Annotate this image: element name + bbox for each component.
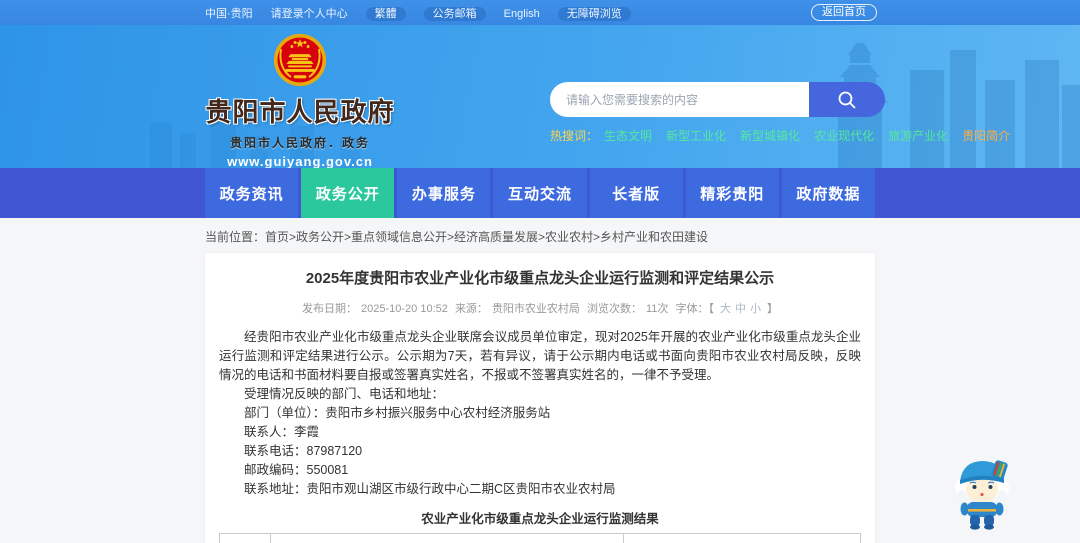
topbar-link[interactable]: 请登录个人中心 [271, 8, 348, 20]
breadcrumb-label: 当前位置： [205, 230, 266, 244]
article-body: 经贵阳市农业产业化市级重点龙头企业联席会议成员单位审定，现对2025年开展的农业… [219, 328, 861, 499]
site-title: 贵阳市人民政府 [205, 97, 395, 127]
hot-search-link[interactable]: 农业现代化 [814, 129, 874, 143]
source-label: 来源： [454, 303, 488, 315]
nav-item[interactable]: 长者版 [589, 168, 683, 218]
views-value: 11次 [646, 303, 669, 315]
main-nav: 政务资讯 政务公开 办事服务 互动交流 长者版 精彩贵阳 政府数据 [0, 168, 1080, 218]
hot-search-link[interactable]: 生态文明 [604, 129, 652, 143]
article-paragraph: 联系地址：贵阳市观山湖区市级行政中心二期C区贵阳市农业农村局 [244, 482, 616, 496]
font-size-label: 字体：【 [675, 303, 714, 315]
table-header-cell: 企业名称 [270, 533, 624, 543]
hot-search-highlight-link[interactable]: 贵阳简介 [962, 129, 1010, 143]
breadcrumb-path[interactable]: 首页>政务公开>重点领域信息公开>经济高质量发展>农业农村>乡村产业和农田建设 [265, 230, 708, 244]
top-bar: 中国·贵阳 请登录个人中心 繁體 公务邮箱 English 无障碍浏览 返回首页 [0, 0, 1080, 25]
site-url: www.guiyang.gov.cn [227, 154, 373, 168]
publish-date: 2025-10-20 10:52 [361, 303, 448, 315]
national-emblem-icon [273, 33, 327, 87]
nav-item[interactable]: 互动交流 [493, 168, 587, 218]
topbar-link[interactable]: 公务邮箱 [423, 6, 486, 21]
article-paragraph: 经贵阳市农业产业化市级重点龙头企业联席会议成员单位审定，现对2025年开展的农业… [219, 330, 861, 382]
article-paragraph: 受理情况反映的部门、电话和地址： [244, 387, 445, 401]
return-home-button[interactable]: 返回首页 [811, 4, 877, 21]
article-paragraph: 邮政编码：550081 [244, 463, 349, 477]
article-paragraph: 联系电话：87987120 [244, 444, 363, 458]
font-size-option[interactable]: 大 [720, 303, 731, 315]
search-button[interactable] [809, 82, 885, 117]
topbar-link[interactable]: 无障碍浏览 [557, 6, 631, 21]
hot-search-label: 热搜词： [550, 129, 599, 143]
source-value: 贵阳市农业农村局 [491, 303, 580, 315]
font-size-option[interactable]: 小 [750, 303, 761, 315]
article-title: 2025年度贵阳市农业产业化市级重点龙头企业运行监测和评定结果公示 [305, 270, 775, 287]
nav-item[interactable]: 政府数据 [781, 168, 875, 218]
nav-item[interactable]: 政务公开 [301, 168, 395, 218]
hot-search-link[interactable]: 新型城镇化 [740, 129, 800, 143]
site-brand: 贵阳市人民政府 贵阳市人民政府．政务 www.guiyang.gov.cn [200, 33, 400, 168]
article-meta: 发布日期： 2025-10-20 10:52 来源： 贵阳市农业农村局 浏览次数： 1… [219, 300, 861, 316]
font-size-label-end: 】 [766, 303, 778, 315]
nav-item[interactable]: 精彩贵阳 [685, 168, 779, 218]
top-bar-links: 中国·贵阳 请登录个人中心 繁體 公务邮箱 English 无障碍浏览 [205, 4, 649, 22]
article-card: 2025年度贵阳市农业产业化市级重点龙头企业运行监测和评定结果公示 发布日期： 2… [205, 253, 875, 543]
topbar-link[interactable]: 中国·贵阳 [205, 8, 253, 20]
nav-item[interactable]: 办事服务 [397, 168, 491, 218]
table-header-cell: 监测结果 [622, 533, 862, 543]
topbar-link[interactable]: English [504, 8, 540, 20]
search-input[interactable] [550, 82, 809, 117]
views-label: 浏览次数： [587, 303, 642, 315]
page: 中国·贵阳 请登录个人中心 繁體 公务邮箱 English 无障碍浏览 返回首页 [0, 0, 1080, 543]
result-table-title: 农业产业化市级重点龙头企业运行监测结果 [421, 512, 659, 526]
hot-search-link[interactable]: 新型工业化 [666, 129, 726, 143]
breadcrumb: 当前位置：首页>政务公开>重点领域信息公开>经济高质量发展>农业农村>乡村产业和… [205, 218, 875, 253]
topbar-link[interactable]: 繁體 [365, 6, 406, 21]
table-header-cell: 序号 [218, 533, 272, 543]
site-subtitle: 贵阳市人民政府．政务 [229, 136, 370, 150]
hot-search-row: 热搜词： 生态文明 新型工业化 新型城镇化 农业现代化 旅游产业化 贵阳简介 [550, 127, 1010, 144]
result-table: 序号企业名称监测结果 1贵州合力超市采购有限公司合格2贵州友禾种业有限公司合格3… [218, 533, 862, 543]
article-paragraph: 部门（单位）：贵阳市乡村振兴服务中心农村经济服务站 [244, 406, 551, 420]
hot-search-link[interactable]: 旅游产业化 [888, 129, 948, 143]
article-paragraph: 联系人：李霞 [244, 425, 320, 439]
content-area: 当前位置：首页>政务公开>重点领域信息公开>经济高质量发展>农业农村>乡村产业和… [205, 218, 875, 543]
search-icon [838, 91, 856, 108]
search-area: 热搜词： 生态文明新型工业化新型城镇化农业现代化旅游产业化贵阳简介 [550, 82, 1010, 144]
mascot-character[interactable] [950, 452, 1014, 530]
header-banner: 贵阳市人民政府 贵阳市人民政府．政务 www.guiyang.gov.cn 热搜… [0, 25, 1080, 168]
font-size-option[interactable]: 中 [735, 303, 746, 315]
nav-item[interactable]: 政务资讯 [205, 168, 299, 218]
publish-date-label: 发布日期： [302, 303, 358, 315]
